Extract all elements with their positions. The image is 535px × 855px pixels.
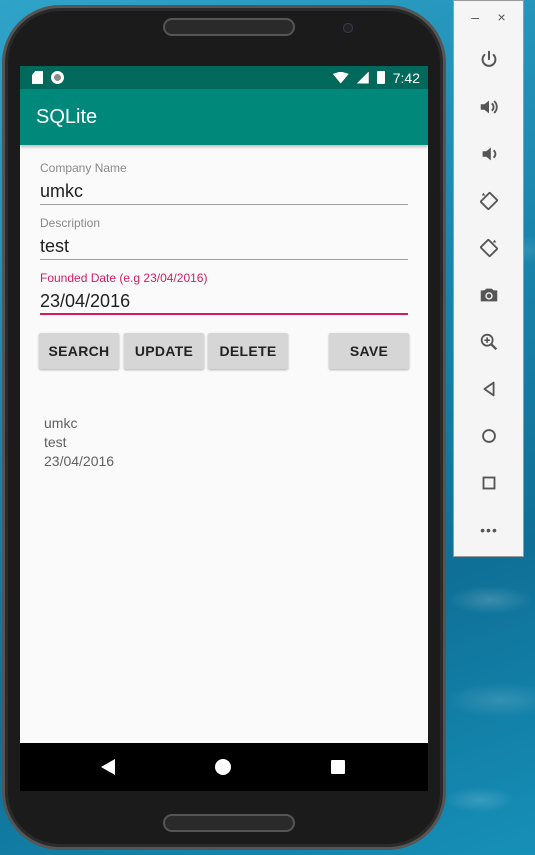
result-line: umkc <box>44 415 78 431</box>
founded-date-label: Founded Date (e.g 23/04/2016) <box>40 271 208 285</box>
more-icon[interactable]: ••• <box>476 517 502 543</box>
rotate-right-icon[interactable] <box>476 235 502 261</box>
front-camera <box>343 23 353 33</box>
overview-icon[interactable] <box>476 470 502 496</box>
update-button[interactable]: UPDATE <box>124 333 204 369</box>
sd-card-icon <box>32 71 43 84</box>
power-icon[interactable] <box>476 47 502 73</box>
home-icon[interactable] <box>476 423 502 449</box>
nav-home-icon[interactable] <box>215 759 231 775</box>
nav-back-icon[interactable] <box>101 759 115 775</box>
nav-overview-icon[interactable] <box>331 760 345 774</box>
result-output: umkc test 23/04/2016 <box>44 414 114 471</box>
result-line: 23/04/2016 <box>44 453 115 469</box>
status-time: 7:42 <box>392 69 420 86</box>
founded-date-input[interactable]: 23/04/2016 <box>40 287 408 315</box>
back-icon[interactable] <box>476 376 502 402</box>
result-line: test <box>44 434 67 450</box>
company-name-label: Company Name <box>40 161 127 175</box>
founded-date-field[interactable]: Founded Date (e.g 23/04/2016) 23/04/2016 <box>40 271 408 315</box>
camera-icon[interactable] <box>476 282 502 308</box>
company-name-input[interactable]: umkc <box>40 177 408 205</box>
zoom-icon[interactable] <box>476 329 502 355</box>
company-name-field[interactable]: Company Name umkc <box>40 161 408 205</box>
app-title: SQLite <box>36 105 98 128</box>
minimize-button[interactable]: – <box>471 9 479 29</box>
description-field[interactable]: Description test <box>40 216 408 260</box>
wifi-icon <box>332 71 349 84</box>
save-button[interactable]: SAVE <box>329 333 409 369</box>
sync-icon <box>51 71 64 84</box>
volume-up-icon[interactable] <box>476 94 502 120</box>
top-speaker <box>163 18 295 36</box>
bottom-speaker <box>163 814 295 832</box>
delete-button[interactable]: DELETE <box>208 333 288 369</box>
volume-down-icon[interactable] <box>476 141 502 167</box>
status-bar: 7:42 <box>20 66 428 89</box>
app-bar: SQLite <box>20 89 428 145</box>
battery-icon <box>376 71 385 84</box>
close-button[interactable]: × <box>498 9 506 29</box>
signal-icon <box>356 71 369 84</box>
device-screen: 7:42 SQLite Company Name umkc Descriptio… <box>20 66 428 791</box>
search-button[interactable]: SEARCH <box>39 333 119 369</box>
description-label: Description <box>40 216 101 230</box>
emulator-toolbar: – × ••• <box>453 0 524 557</box>
rotate-left-icon[interactable] <box>476 188 502 214</box>
navigation-bar <box>20 743 428 791</box>
description-input[interactable]: test <box>40 232 408 260</box>
